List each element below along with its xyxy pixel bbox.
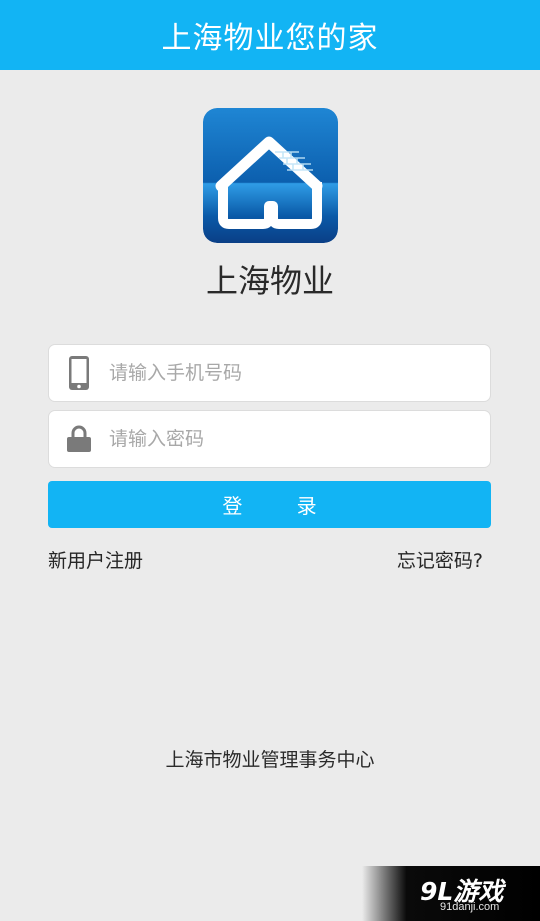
watermark-url: 91danji.com xyxy=(440,901,500,913)
forgot-password-link[interactable]: 忘记密码? xyxy=(397,546,483,573)
top-header: 上海物业您的家 xyxy=(0,0,540,70)
footer-org: 上海市物业管理事务中心 xyxy=(165,749,375,771)
phone-icon xyxy=(49,345,109,401)
register-link[interactable]: 新用户注册 xyxy=(48,546,143,573)
phone-input[interactable] xyxy=(109,345,490,401)
watermark: 9L游戏 91danji.com xyxy=(362,866,540,921)
login-button[interactable]: 登 录 xyxy=(48,481,491,528)
lock-icon xyxy=(49,411,109,467)
house-logo-icon xyxy=(203,108,338,243)
password-field[interactable] xyxy=(48,410,491,468)
phone-field[interactable] xyxy=(48,344,491,402)
password-input[interactable] xyxy=(109,411,490,467)
app-name: 上海物业 xyxy=(205,262,334,300)
header-title: 上海物业您的家 xyxy=(161,21,379,56)
